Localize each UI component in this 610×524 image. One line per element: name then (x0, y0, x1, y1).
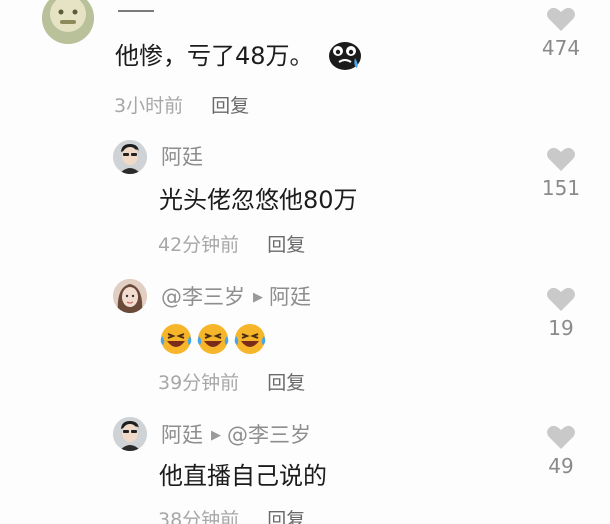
like-count: 151 (541, 176, 581, 200)
heart-icon (547, 7, 575, 31)
like-button[interactable]: 49 (536, 424, 586, 478)
like-button[interactable]: 474 (536, 7, 586, 60)
reply-button[interactable]: 回复 (267, 372, 305, 394)
play-arrow-icon: ▶ (211, 428, 221, 443)
comment-text: 他惨，亏了48万。 (115, 40, 363, 72)
heart-icon (547, 147, 575, 171)
avatar-image (113, 140, 147, 174)
avatar-image (42, 0, 94, 44)
comment-thread: 他惨，亏了48万。 3小时前 回复 474 阿廷 光头佬忽悠他80万 42分钟前… (0, 0, 610, 524)
avatar[interactable] (42, 0, 94, 44)
username-cropped (118, 10, 154, 20)
avatar-image (113, 417, 147, 451)
username[interactable]: @李三岁 ▶ 阿廷 (161, 284, 311, 311)
like-count: 474 (541, 36, 581, 60)
like-count: 19 (548, 316, 574, 340)
heart-icon (547, 425, 575, 449)
comment-meta: 39分钟前 回复 (158, 371, 305, 395)
comment-text: 光头佬忽悠他80万 (159, 186, 358, 214)
comment-text: 他直播自己说的 (159, 462, 327, 490)
comment-meta: 3小时前 回复 (114, 94, 249, 118)
username[interactable]: 阿廷 ▶ @李三岁 (161, 422, 311, 449)
like-count: 49 (548, 454, 574, 478)
comment-time: 42分钟前 (158, 234, 240, 256)
comment-meta: 42分钟前 回复 (158, 233, 305, 257)
comment-time: 39分钟前 (158, 372, 240, 394)
reply-button[interactable]: 回复 (267, 234, 305, 256)
like-button[interactable]: 151 (536, 146, 586, 200)
like-button[interactable]: 19 (536, 286, 586, 340)
emoji-row (159, 322, 267, 356)
reply-to-username[interactable]: 阿廷 (269, 285, 311, 309)
comment-time: 3小时前 (114, 95, 184, 117)
black-crying-face-icon (329, 42, 362, 70)
reply-button[interactable]: 回复 (211, 95, 249, 117)
reply-to-username[interactable]: @李三岁 (227, 423, 311, 447)
comment-meta: 38分钟前 回复 (158, 508, 305, 524)
username[interactable]: 阿廷 (161, 144, 203, 170)
comment-time: 38分钟前 (158, 509, 240, 524)
reply-button[interactable]: 回复 (267, 509, 305, 524)
avatar[interactable] (113, 279, 147, 313)
avatar[interactable] (113, 140, 147, 174)
play-arrow-icon: ▶ (253, 290, 263, 305)
heart-icon (547, 287, 575, 311)
avatar-image (113, 279, 147, 313)
avatar[interactable] (113, 417, 147, 451)
laughing-crying-face-icon (160, 324, 266, 354)
